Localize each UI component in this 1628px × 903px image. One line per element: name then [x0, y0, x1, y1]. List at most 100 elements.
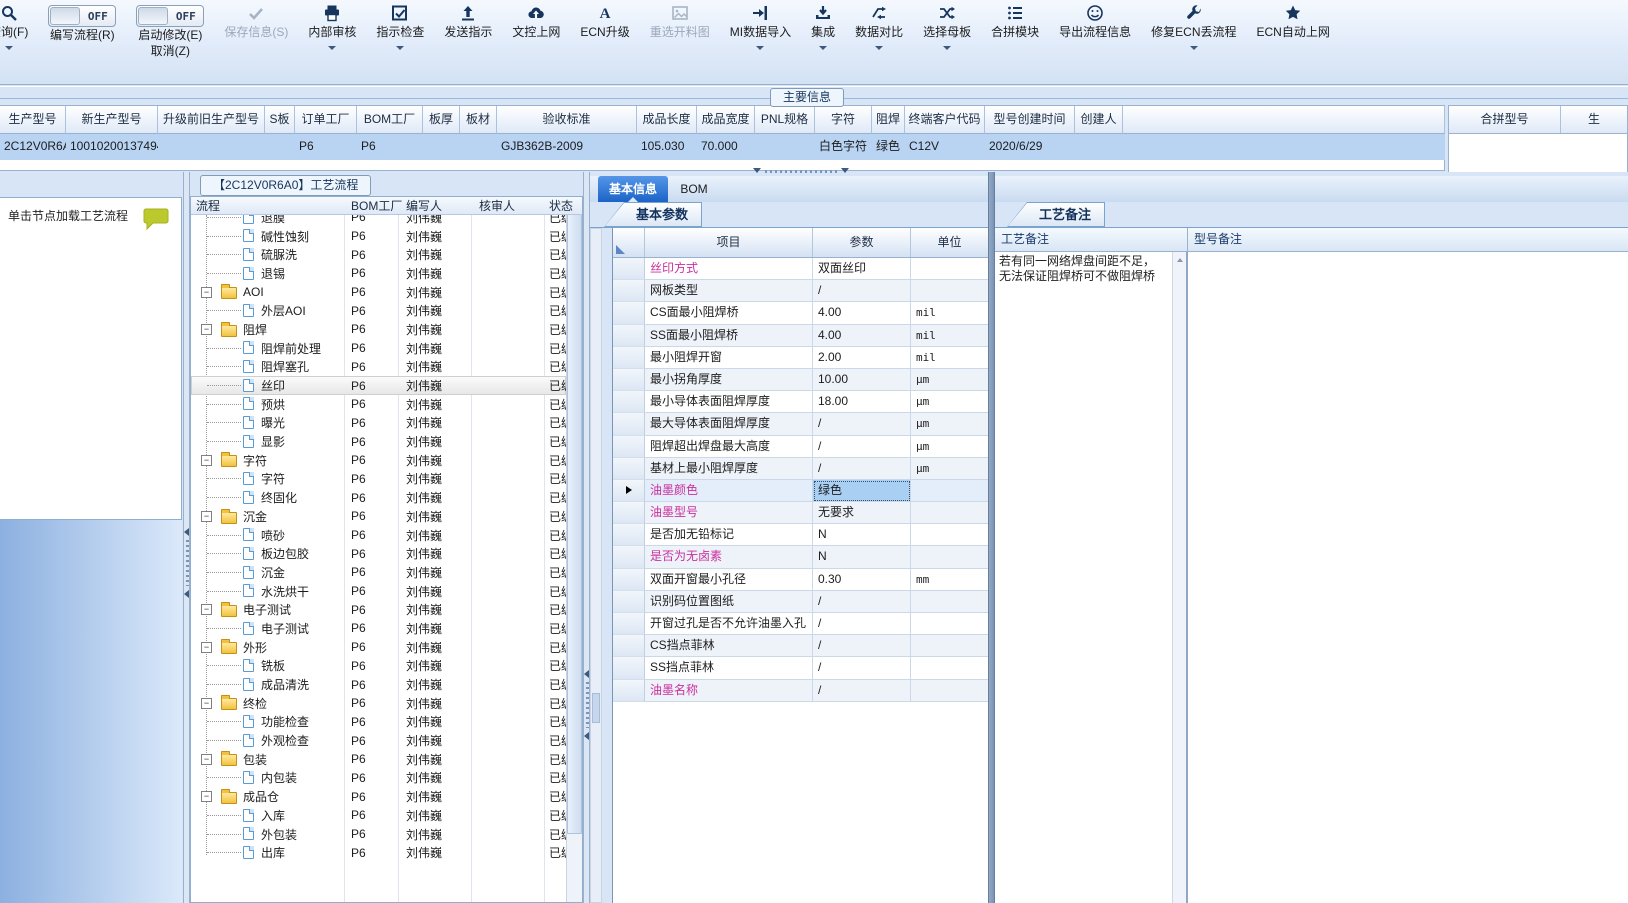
tree-row-字符[interactable]: 字符 P6 刘伟巍 已编写	[191, 470, 566, 489]
col-reviewer[interactable]: 核审人	[479, 198, 515, 214]
col-model-remark[interactable]: 型号备注	[1188, 228, 1628, 251]
splitter-left[interactable]	[183, 172, 190, 903]
main-column-header[interactable]: 生产型号	[0, 106, 66, 134]
main-column-header[interactable]: 阻焊	[872, 106, 905, 134]
toolbar-ecn-upgrade-button[interactable]: A ECN升级	[577, 2, 632, 72]
tree-row-铣板[interactable]: 铣板 P6 刘伟巍 已编写	[191, 657, 566, 676]
splitter-mid[interactable]	[583, 172, 590, 903]
row-selector[interactable]	[613, 613, 645, 636]
scrollbar-thumb[interactable]	[592, 693, 600, 723]
partial-column-header[interactable]: 生	[1561, 106, 1627, 133]
tree-row-阻焊[interactable]: − 阻焊 P6 刘伟巍 已编写	[191, 320, 566, 339]
tree-row-沉金[interactable]: − 沉金 P6 刘伟巍 已编写	[191, 507, 566, 526]
tree-row-成品仓[interactable]: − 成品仓 P6 刘伟巍 已编写	[191, 787, 566, 806]
col-flow[interactable]: 流程	[196, 198, 220, 214]
dropdown-caret-icon[interactable]	[819, 46, 828, 50]
toolbar-merge-module-button[interactable]: 合拼模块	[988, 2, 1042, 72]
param-row-基材上最小阻焊厚度[interactable]: 基材上最小阻焊厚度 / µm	[613, 457, 988, 480]
param-value-cell[interactable]: /	[813, 657, 911, 680]
model-remark-cell[interactable]	[1188, 252, 1628, 903]
tree-row-外形[interactable]: − 外形 P6 刘伟巍 已编写	[191, 638, 566, 657]
row-selector[interactable]	[613, 679, 645, 702]
tab-basic-params[interactable]: 基本参数	[604, 202, 703, 227]
row-selector[interactable]	[613, 546, 645, 569]
toolbar-select-mother-board-button[interactable]: 选择母板	[920, 2, 974, 72]
param-row-SS面最小阻焊桥[interactable]: SS面最小阻焊桥 4.00 mil	[613, 324, 988, 347]
param-row-CS挡点菲林[interactable]: CS挡点菲林 /	[613, 635, 988, 658]
toolbar-doc-control-upload-button[interactable]: 文控上网	[509, 2, 563, 72]
param-value-cell[interactable]: 2.00	[813, 346, 911, 369]
param-row-SS挡点菲林[interactable]: SS挡点菲林 /	[613, 657, 988, 680]
main-column-header[interactable]: 字符	[815, 106, 872, 134]
toggle-write-flow[interactable]: OFF	[48, 5, 117, 27]
tree-row-外观检查[interactable]: 外观检查 P6 刘伟巍 已编写	[191, 731, 566, 750]
param-value-cell[interactable]: /	[813, 413, 911, 436]
dropdown-caret-icon[interactable]	[875, 46, 884, 50]
tree-row-电子测试[interactable]: 电子测试 P6 刘伟巍 已编写	[191, 619, 566, 638]
tree-row-碱性蚀刻[interactable]: 碱性蚀刻 P6 刘伟巍 已编写	[191, 227, 566, 246]
main-column-header[interactable]: BOM工厂	[357, 106, 423, 134]
collapse-minus-box[interactable]: −	[201, 641, 212, 653]
param-row-油墨颜色[interactable]: 油墨颜色 绿色	[613, 479, 988, 503]
tree-row-退锡[interactable]: 退锡 P6 刘伟巍 已编写	[191, 264, 566, 283]
param-value-cell[interactable]: /	[813, 280, 911, 303]
row-selector[interactable]	[613, 479, 645, 503]
param-row-是否加无铅标记[interactable]: 是否加无铅标记 N	[613, 524, 988, 547]
row-selector[interactable]	[613, 502, 645, 525]
collapse-minus-box[interactable]: −	[201, 286, 212, 298]
remark-cell-scrollbar[interactable]	[1172, 252, 1186, 903]
param-value-cell[interactable]: /	[813, 635, 911, 658]
tree-row-AOI[interactable]: − AOI P6 刘伟巍 已编写	[191, 283, 566, 302]
tree-row-内包装[interactable]: 内包装 P6 刘伟巍 已编写	[191, 769, 566, 788]
tree-row-曝光[interactable]: 曝光 P6 刘伟巍 已编写	[191, 414, 566, 433]
tree-row-字符[interactable]: − 字符 P6 刘伟巍 已编写	[191, 451, 566, 470]
merge-model-column-header[interactable]: 合拼型号	[1449, 106, 1561, 133]
row-selector[interactable]	[613, 280, 645, 303]
dropdown-caret-icon[interactable]	[943, 46, 952, 50]
param-value-cell[interactable]: 绿色	[813, 479, 911, 503]
main-column-header[interactable]: 验收标准	[497, 106, 637, 134]
tab-bom[interactable]: BOM	[672, 176, 716, 202]
main-table-row[interactable]: 2C12V0R6A010010200137494 P6P6 GJB362B-2009…	[0, 134, 1445, 160]
col-bom-factory[interactable]: BOM工厂	[351, 198, 402, 214]
col-param[interactable]: 参数	[813, 228, 911, 257]
col-unit[interactable]: 单位	[911, 228, 988, 257]
tree-row-预烘[interactable]: 预烘 P6 刘伟巍 已编写	[191, 395, 566, 414]
tree-row-喷砂[interactable]: 喷砂 P6 刘伟巍 已编写	[191, 526, 566, 545]
tree-scrollbar[interactable]	[566, 197, 582, 902]
param-value-cell[interactable]: 0.30	[813, 568, 911, 591]
row-selector[interactable]	[613, 258, 645, 281]
row-selector[interactable]	[613, 346, 645, 369]
tree-row-外包装[interactable]: 外包装 P6 刘伟巍 已编写	[191, 825, 566, 844]
toolbar-query-button[interactable]: 查询(F)	[0, 2, 31, 72]
main-column-header[interactable]: 成品宽度	[697, 106, 755, 134]
collapse-minus-box[interactable]: −	[201, 604, 212, 616]
row-selector[interactable]	[613, 657, 645, 680]
main-column-header[interactable]: 创建人	[1075, 106, 1123, 134]
param-value-cell[interactable]: 双面丝印	[813, 258, 911, 281]
toggle-start-modify[interactable]: OFF	[136, 5, 205, 27]
param-row-油墨型号[interactable]: 油墨型号 无要求	[613, 502, 988, 525]
toolbar-internal-audit-button[interactable]: 内部审核	[305, 2, 359, 72]
tree-row-丝印[interactable]: 丝印 P6 刘伟巍 已编写	[191, 376, 566, 395]
param-value-cell[interactable]: /	[813, 613, 911, 636]
param-value-cell[interactable]: 4.00	[813, 324, 911, 347]
param-row-最小拐角厚度[interactable]: 最小拐角厚度 10.00 µm	[613, 368, 988, 392]
tree-row-显影[interactable]: 显影 P6 刘伟巍 已编写	[191, 432, 566, 451]
process-remark-text[interactable]: 若有同一网络焊盘间距不足，无法保证阻焊桥可不做阻焊桥	[995, 252, 1167, 286]
toolbar-data-compare-button[interactable]: 数据对比	[852, 2, 906, 72]
toolbar-repair-ecn-flow-button[interactable]: 修复ECN丢流程	[1148, 2, 1239, 72]
tab-basic-info[interactable]: 基本信息	[598, 176, 668, 202]
param-value-cell[interactable]: /	[813, 590, 911, 613]
param-row-阻焊超出焊盘最大高度[interactable]: 阻焊超出焊盘最大高度 / µm	[613, 435, 988, 458]
param-value-cell[interactable]: 10.00	[813, 368, 911, 392]
toolbar-export-flow-info-button[interactable]: 导出流程信息	[1056, 2, 1134, 72]
detail-left-scrollbar[interactable]	[590, 228, 602, 903]
row-selector[interactable]	[613, 324, 645, 347]
tree-row-硫脲洗[interactable]: 硫脲洗 P6 刘伟巍 已编写	[191, 245, 566, 264]
param-row-最小导体表面阻焊厚度[interactable]: 最小导体表面阻焊厚度 18.00 µm	[613, 391, 988, 414]
dropdown-caret-icon[interactable]	[396, 46, 405, 50]
tree-row-入库[interactable]: 入库 P6 刘伟巍 已编写	[191, 806, 566, 825]
tree-row-电子测试[interactable]: − 电子测试 P6 刘伟巍 已编写	[191, 600, 566, 619]
row-selector[interactable]	[613, 590, 645, 613]
